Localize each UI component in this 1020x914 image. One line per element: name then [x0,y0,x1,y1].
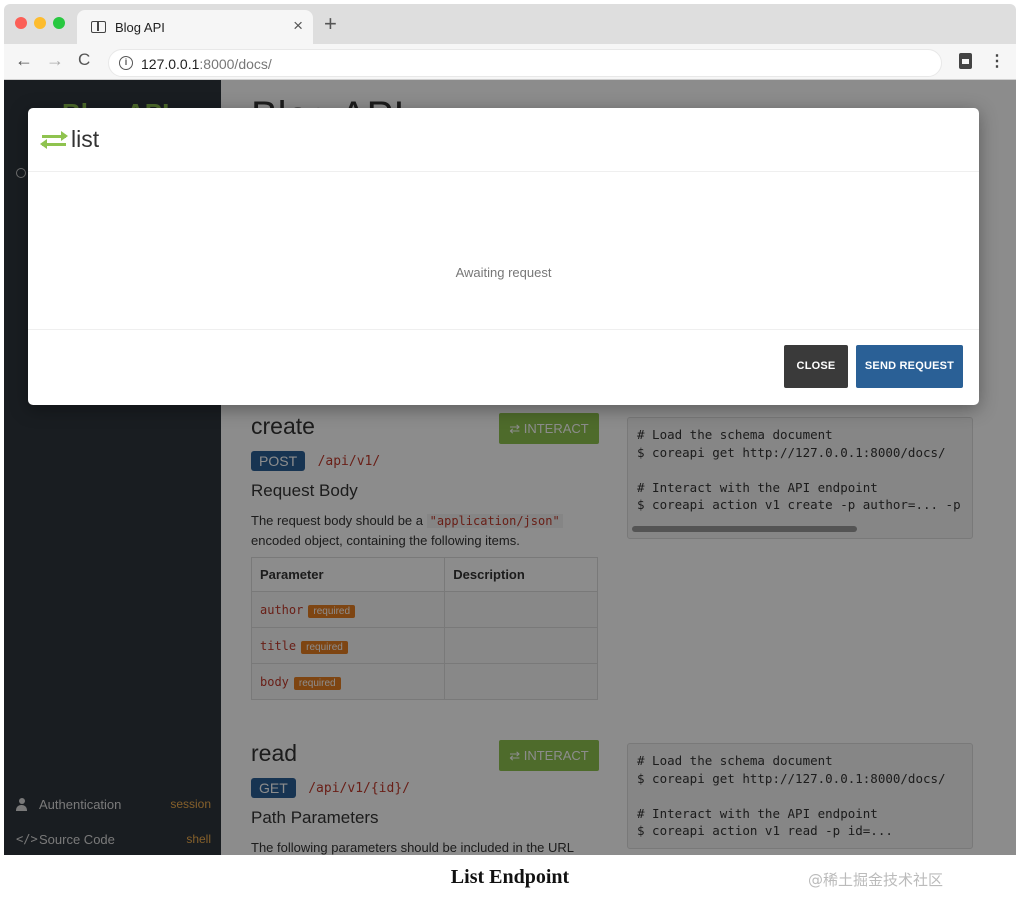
menu-icon[interactable]: ⋮ [989,51,1005,71]
modal-body: Awaiting request [28,172,979,330]
maximize-window-button[interactable] [53,17,65,29]
reload-button[interactable]: C [78,50,90,70]
browser-tab[interactable]: Blog API × [77,10,313,44]
swap-arrows-icon [40,131,68,149]
browser-toolbar: ← → C i 127.0.0.1:8000/docs/ ⋮ [4,44,1016,80]
info-icon[interactable]: i [119,56,133,70]
interact-modal: list Awaiting request CLOSE SEND REQUEST [28,108,979,405]
close-window-button[interactable] [15,17,27,29]
new-tab-button[interactable]: + [324,11,337,37]
page-icon [91,21,106,33]
response-status: Awaiting request [455,265,552,280]
modal-title: list [71,126,100,152]
modal-header: list [28,108,979,172]
forward-button[interactable]: → [46,50,64,71]
send-request-button[interactable]: SEND REQUEST [856,345,963,388]
url-text: 127.0.0.1:8000/docs/ [141,56,272,72]
tab-close-icon[interactable]: × [293,16,303,36]
back-button[interactable]: ← [15,50,33,71]
title-bar: Blog API × + [4,4,1016,44]
watermark: @稀土掘金技术社区 [808,871,944,889]
close-button[interactable]: CLOSE [784,345,848,388]
browser-window: Blog API × + ← → C i 127.0.0.1:8000/docs… [4,4,1016,855]
extension-icon[interactable] [959,53,972,69]
tab-title: Blog API [115,20,165,35]
minimize-window-button[interactable] [34,17,46,29]
address-bar[interactable]: i 127.0.0.1:8000/docs/ [108,49,942,77]
